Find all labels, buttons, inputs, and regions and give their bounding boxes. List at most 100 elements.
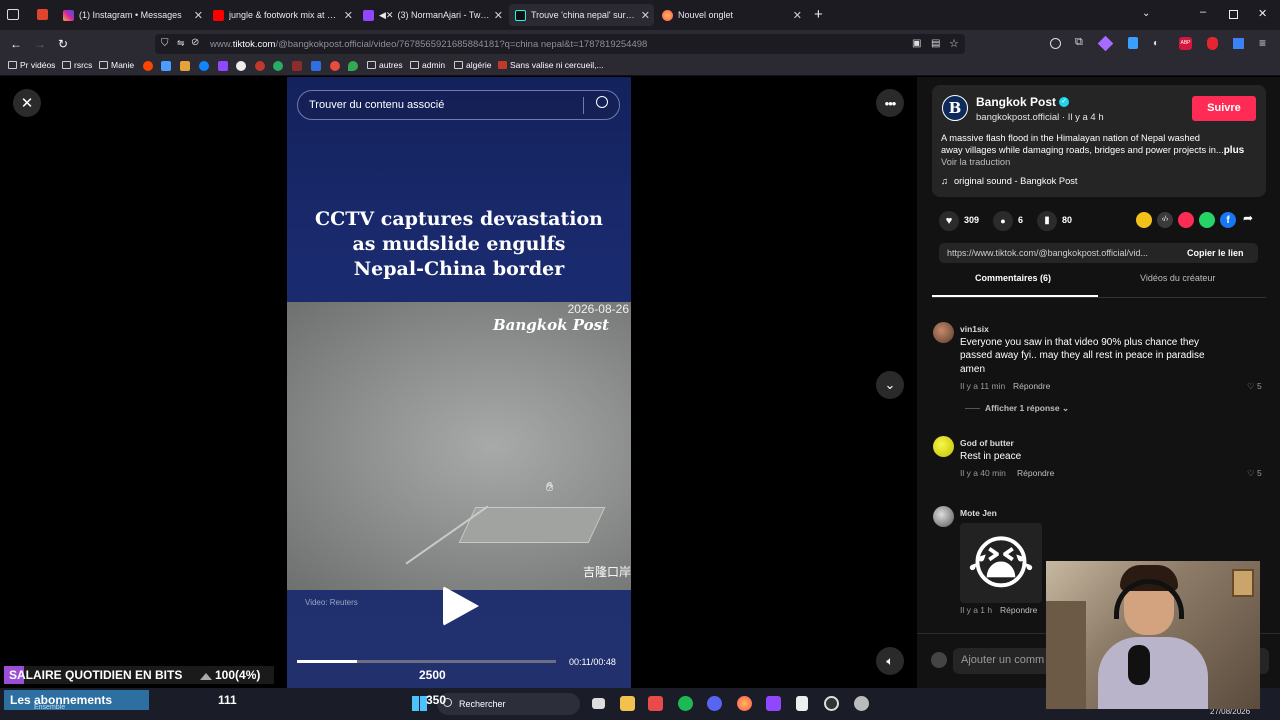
- send-to-friends-icon[interactable]: [1178, 212, 1194, 228]
- extension-red-icon[interactable]: [1207, 37, 1218, 50]
- comment-button[interactable]: ●: [993, 211, 1013, 231]
- sound-row[interactable]: ♫ original sound - Bangkok Post: [941, 176, 1078, 186]
- reply-button[interactable]: Répondre: [1000, 605, 1037, 615]
- video-player[interactable]: CCTV captures devastation as mudslide en…: [287, 77, 631, 688]
- follow-button[interactable]: Suivre: [1192, 96, 1256, 121]
- restore-icon[interactable]: [1229, 10, 1238, 19]
- close-tab-icon[interactable]: ✕: [641, 9, 650, 22]
- menu-icon[interactable]: ≡: [1259, 36, 1266, 50]
- copy-link-button[interactable]: Copier le lien: [1187, 248, 1244, 258]
- bookmark-folder[interactable]: Manie: [99, 60, 134, 70]
- like-button[interactable]: ♥: [939, 211, 959, 231]
- extension-grid-icon[interactable]: [1233, 38, 1244, 49]
- bookmark-site-icon[interactable]: [292, 61, 302, 71]
- translate-link[interactable]: Voir la traduction: [941, 157, 1010, 167]
- comment-username[interactable]: Mote Jen: [960, 508, 997, 518]
- search-icon[interactable]: [596, 96, 608, 108]
- file-explorer-icon[interactable]: [620, 696, 635, 711]
- pinned-tab-icon[interactable]: [37, 9, 48, 20]
- whatsapp-icon[interactable]: [1199, 212, 1215, 228]
- reader-view-icon[interactable]: ▤: [931, 38, 940, 49]
- tab-new[interactable]: Nouvel onglet ✕: [662, 4, 802, 26]
- extensions-icon[interactable]: ⧉: [1075, 36, 1083, 49]
- bookmark-reddit-icon[interactable]: [143, 61, 153, 71]
- comment-like-button[interactable]: ♡ 5: [1247, 468, 1262, 479]
- spotify-icon[interactable]: [678, 696, 693, 711]
- bookmark-twitch-icon[interactable]: [218, 61, 228, 71]
- taskbar-search[interactable]: Rechercher: [437, 693, 580, 715]
- author-avatar[interactable]: B: [942, 95, 968, 121]
- author-name[interactable]: Bangkok Post: [976, 95, 1056, 109]
- minimize-icon[interactable]: –: [1200, 6, 1206, 18]
- task-view-icon[interactable]: [592, 698, 605, 709]
- volume-button[interactable]: 🔈︎: [876, 647, 904, 675]
- reply-button[interactable]: Répondre: [1013, 381, 1050, 391]
- bookmark-site-icon[interactable]: [311, 61, 321, 71]
- back-icon[interactable]: ←: [10, 37, 22, 51]
- tab-youtube[interactable]: jungle & footwork mix at a Tab ✕: [213, 4, 353, 26]
- next-video-button[interactable]: ⌄: [876, 371, 904, 399]
- tab-creator-videos[interactable]: Vidéos du créateur: [1140, 273, 1215, 283]
- app-icon[interactable]: [648, 696, 663, 711]
- bookmark-star-icon[interactable]: ☆: [949, 37, 959, 50]
- bookmark-site-icon[interactable]: [255, 61, 265, 71]
- extension-purple-icon[interactable]: [1097, 35, 1114, 52]
- windows-start-icon[interactable]: [412, 696, 427, 711]
- embed-icon[interactable]: ‹/›: [1157, 212, 1173, 228]
- bookmark-folder[interactable]: rsrcs: [62, 60, 92, 70]
- share-arrow-icon[interactable]: ➦: [1243, 211, 1253, 225]
- url-bar[interactable]: ⛉ ⇋ ⊘ www. tiktok.com/@bangkokpost.offici…: [155, 34, 965, 54]
- close-video-button[interactable]: ✕: [13, 89, 41, 117]
- obs-icon[interactable]: [824, 696, 839, 711]
- forward-icon[interactable]: →: [34, 37, 46, 51]
- facebook-icon[interactable]: f: [1220, 212, 1236, 228]
- author-handle[interactable]: bangkokpost.official: [976, 112, 1059, 123]
- bookmark-folder[interactable]: admin: [410, 60, 445, 70]
- avatar[interactable]: [933, 506, 954, 527]
- comment-like-button[interactable]: ♡ 5: [1247, 381, 1262, 392]
- speaker-muted-icon[interactable]: ◀✕: [379, 10, 393, 21]
- close-tab-icon[interactable]: ✕: [194, 9, 203, 22]
- save-button[interactable]: ▮: [1037, 211, 1057, 231]
- screenshot-icon[interactable]: ▣: [912, 38, 921, 49]
- shield-icon[interactable]: ⛉: [161, 38, 169, 49]
- bookmark-site-icon[interactable]: [180, 61, 190, 71]
- close-tab-icon[interactable]: ✕: [344, 9, 353, 22]
- bookmark-folder[interactable]: algérie: [454, 60, 492, 70]
- close-tab-icon[interactable]: ✕: [494, 9, 503, 22]
- new-tab-icon[interactable]: +: [814, 6, 823, 23]
- more-link[interactable]: plus: [1224, 145, 1245, 156]
- tab-overview-icon[interactable]: [7, 9, 19, 20]
- play-icon[interactable]: [443, 586, 479, 626]
- bookmark-folder[interactable]: autres: [367, 60, 403, 70]
- extension-mask-icon[interactable]: ◐: [1153, 38, 1159, 49]
- bookmark-site-icon[interactable]: [273, 61, 283, 71]
- tab-comments[interactable]: Commentaires (6): [975, 273, 1051, 283]
- bookmark-site-icon[interactable]: [236, 61, 246, 71]
- comment-username[interactable]: vin1six: [960, 324, 989, 334]
- list-tabs-icon[interactable]: ⌄: [1142, 8, 1150, 19]
- bookmark-link[interactable]: Sans valise ni cercueil,...: [498, 60, 604, 70]
- firefox-icon[interactable]: [737, 696, 752, 711]
- comment-username[interactable]: God of butter: [960, 438, 1014, 448]
- account-icon[interactable]: [1050, 38, 1061, 49]
- share-coin-icon[interactable]: [1136, 212, 1152, 228]
- tab-tiktok[interactable]: Trouve 'china nepal' sur TikTok | ✕: [509, 4, 654, 26]
- avatar[interactable]: [933, 322, 954, 343]
- close-window-icon[interactable]: ✕: [1258, 7, 1267, 20]
- adblock-icon[interactable]: ABP: [1179, 37, 1192, 50]
- bookmark-maps-icon[interactable]: [348, 61, 358, 71]
- twitch-app-icon[interactable]: [766, 696, 781, 711]
- tab-instagram[interactable]: (1) Instagram • Messages ✕: [63, 4, 203, 26]
- extension-blue-icon[interactable]: [1128, 37, 1138, 49]
- avatar[interactable]: [933, 436, 954, 457]
- settings-gear-icon[interactable]: [854, 696, 869, 711]
- more-options-button[interactable]: •••: [876, 89, 904, 117]
- bookmark-site-icon[interactable]: [330, 61, 340, 71]
- bookmark-site-icon[interactable]: [161, 61, 171, 71]
- tab-twitch[interactable]: ◀✕ (3) NormanAjari - Twitch ✕: [363, 4, 503, 26]
- notepad-icon[interactable]: [796, 696, 808, 711]
- close-tab-icon[interactable]: ✕: [793, 9, 802, 22]
- tracking-blocked-icon[interactable]: ⊘: [191, 37, 199, 48]
- bookmark-folder[interactable]: Pr vidéos: [8, 60, 55, 70]
